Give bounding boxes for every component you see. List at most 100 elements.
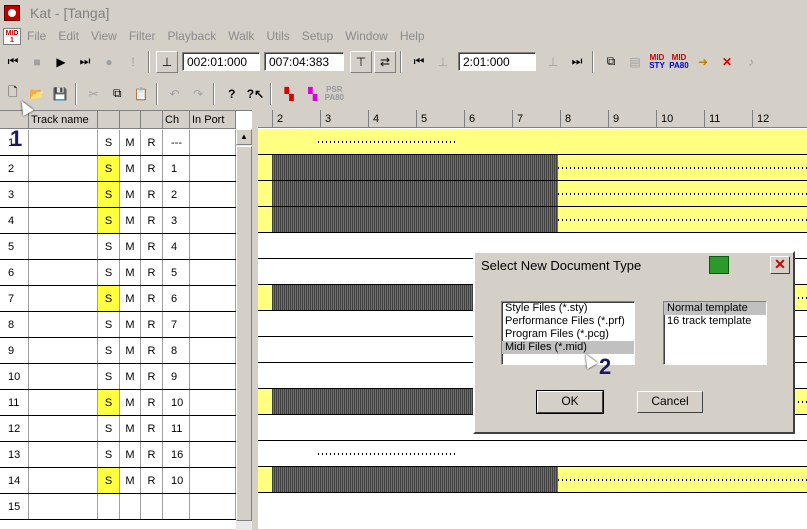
channel-cell[interactable]: ---	[163, 130, 190, 155]
mute-toggle[interactable]: M	[120, 286, 141, 311]
track-row[interactable]: 7 SMR6	[0, 286, 236, 312]
mute-toggle[interactable]: M	[120, 260, 141, 285]
track-row[interactable]: 1 S M R ---	[0, 130, 236, 156]
channel-cell[interactable]	[163, 494, 190, 519]
track-row[interactable]: 4 SMR3	[0, 208, 236, 234]
solo-toggle[interactable]: S	[98, 468, 120, 493]
mdi-document-icon[interactable]: MID 1	[3, 27, 21, 45]
record-toggle[interactable]: R	[141, 442, 163, 467]
track-name-cell[interactable]	[29, 442, 98, 467]
set-length-icon[interactable]: ⊤	[350, 50, 372, 73]
mute-toggle[interactable]: M	[120, 364, 141, 389]
record-toggle[interactable]: R	[141, 130, 163, 155]
rewind-start-icon[interactable]: ⏮	[2, 51, 24, 73]
menu-walk[interactable]: Walk	[228, 29, 254, 43]
mute-toggle[interactable]: M	[120, 338, 141, 363]
track-lane[interactable]	[258, 129, 807, 155]
cut-icon[interactable]: ✂	[83, 83, 105, 105]
mute-toggle[interactable]: M	[120, 182, 141, 207]
position-field[interactable]	[182, 52, 260, 71]
track-name-cell[interactable]	[29, 286, 98, 311]
copy-icon[interactable]: ⧉	[107, 83, 129, 105]
track-row[interactable]: 9 SMR8	[0, 338, 236, 364]
track-name-cell[interactable]	[29, 390, 98, 415]
loop-position-field[interactable]	[458, 52, 536, 71]
file-type-option[interactable]: Style Files (*.sty)	[502, 302, 634, 315]
close-icon[interactable]: ✕	[770, 256, 790, 274]
channel-cell[interactable]: 6	[163, 286, 190, 311]
midi-data-block[interactable]	[272, 467, 558, 492]
redo-icon[interactable]: ↷	[187, 83, 209, 105]
record-toggle[interactable]: R	[141, 416, 163, 441]
track-row[interactable]: 8 SMR7	[0, 312, 236, 338]
channel-cell[interactable]: 3	[163, 208, 190, 233]
track-row[interactable]: 15	[0, 494, 236, 520]
scrollbar-thumb[interactable]	[236, 146, 252, 521]
header-in-port[interactable]: In Port	[190, 111, 236, 129]
forward-end-icon[interactable]: ⏭	[566, 51, 588, 73]
mute-toggle[interactable]: M	[120, 390, 141, 415]
marker-red-icon[interactable]: ▚	[278, 83, 300, 105]
channel-cell[interactable]: 7	[163, 312, 190, 337]
ok-button[interactable]: OK	[536, 390, 604, 414]
midi-data-block[interactable]	[272, 181, 558, 206]
solo-toggle[interactable]: S	[98, 338, 120, 363]
track-name-cell[interactable]	[29, 416, 98, 441]
track-name-cell[interactable]	[29, 208, 98, 233]
measure-ruler[interactable]: 2 3 4 5 6 7 8 9 10 11 12	[258, 110, 807, 128]
menu-filter[interactable]: Filter	[129, 29, 156, 43]
step-icon[interactable]: ⊥	[432, 51, 454, 73]
menu-view[interactable]: View	[91, 29, 117, 43]
channel-cell[interactable]: 4	[163, 234, 190, 259]
solo-toggle[interactable]: S	[98, 312, 120, 337]
note-icon[interactable]: ♪	[740, 51, 762, 73]
help-icon[interactable]: ?	[221, 83, 243, 105]
file-type-option[interactable]: Performance Files (*.prf)	[502, 315, 634, 328]
paste-icon[interactable]: 📋	[130, 83, 152, 105]
menu-setup[interactable]: Setup	[302, 29, 333, 43]
track-name-cell[interactable]	[29, 468, 98, 493]
in-port-cell[interactable]	[190, 416, 236, 441]
track-row[interactable]: 10 S M R 9	[0, 364, 236, 390]
in-port-cell[interactable]	[190, 182, 236, 207]
step-forward-icon[interactable]: ⊥	[542, 51, 564, 73]
record-toggle[interactable]: R	[141, 468, 163, 493]
in-port-cell[interactable]	[190, 468, 236, 493]
menu-utils[interactable]: Utils	[266, 29, 289, 43]
mute-toggle[interactable]: M	[120, 442, 141, 467]
record-toggle[interactable]: R	[141, 234, 163, 259]
export-icon[interactable]: ➜	[692, 51, 714, 73]
template-list[interactable]: Normal template 16 track template	[663, 301, 767, 365]
in-port-cell[interactable]	[190, 156, 236, 181]
track-row[interactable]: 3 SMR2	[0, 182, 236, 208]
track-row[interactable]: 2 SMR1	[0, 156, 236, 182]
in-port-cell[interactable]	[190, 338, 236, 363]
track-name-cell[interactable]	[29, 494, 98, 519]
solo-toggle[interactable]: S	[98, 130, 120, 155]
record-toggle[interactable]: R	[141, 338, 163, 363]
solo-toggle[interactable]: S	[98, 286, 120, 311]
mute-toggle[interactable]: M	[120, 156, 141, 181]
solo-toggle[interactable]: S	[98, 390, 120, 415]
in-port-cell[interactable]	[190, 260, 236, 285]
track-scrollbar[interactable]: ▲	[236, 129, 252, 530]
record-toggle[interactable]: R	[141, 260, 163, 285]
mute-toggle[interactable]: M	[120, 416, 141, 441]
solo-toggle[interactable]: S	[98, 260, 120, 285]
record-toggle[interactable]: R	[141, 182, 163, 207]
track-name-cell[interactable]	[29, 364, 98, 389]
record-toggle[interactable]: R	[141, 156, 163, 181]
mute-toggle[interactable]	[120, 494, 141, 519]
record-toggle[interactable]	[141, 494, 163, 519]
solo-toggle[interactable]: S	[98, 234, 120, 259]
play-icon[interactable]: ▶	[50, 51, 72, 73]
copy-doc-icon[interactable]: ⧉	[600, 51, 622, 73]
in-port-cell[interactable]	[190, 312, 236, 337]
channel-cell[interactable]: 16	[163, 442, 190, 467]
mute-toggle[interactable]: M	[120, 468, 141, 493]
file-type-option[interactable]: Program Files (*.pcg)	[502, 328, 634, 341]
record-toggle[interactable]: R	[141, 286, 163, 311]
track-name-cell[interactable]	[29, 338, 98, 363]
menu-window[interactable]: Window	[345, 29, 388, 43]
in-port-cell[interactable]	[190, 390, 236, 415]
